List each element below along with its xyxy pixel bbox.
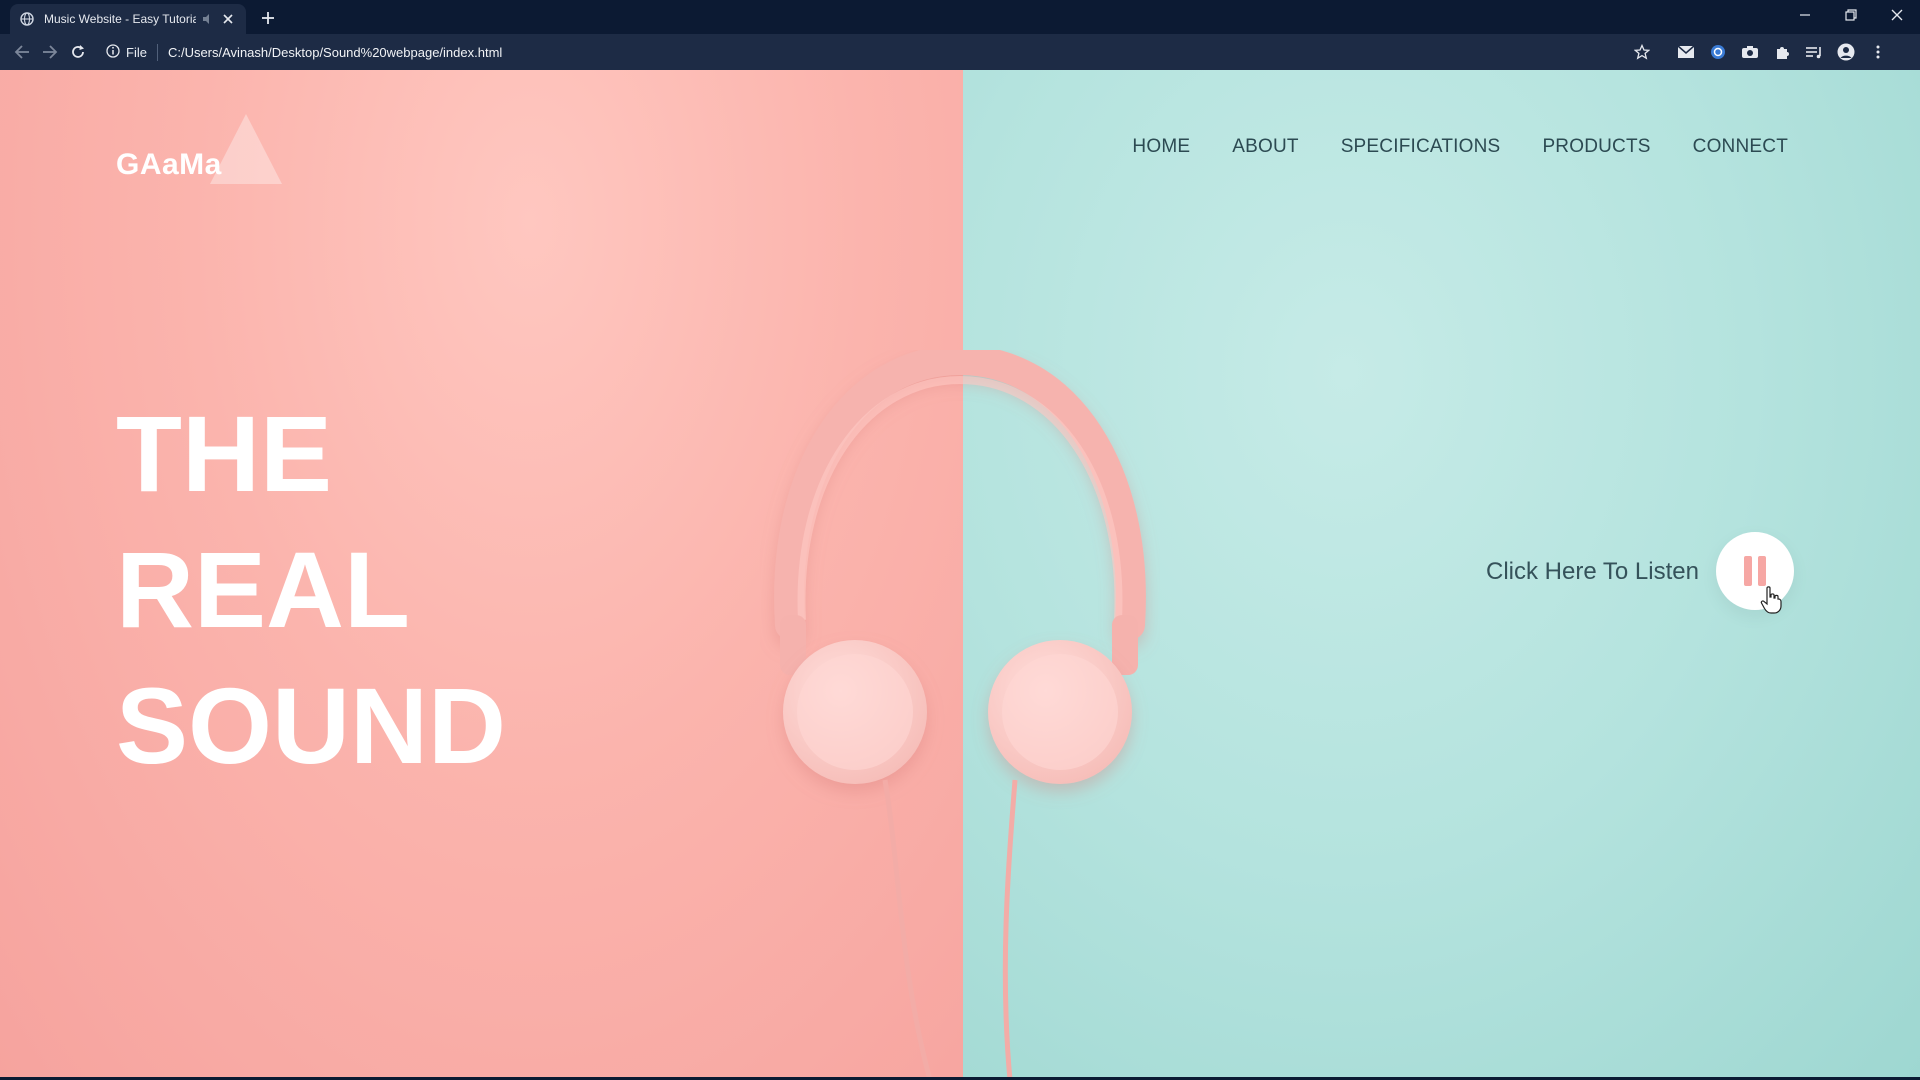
webpage: GAaMa HOME ABOUT SPECIFICATIONS PRODUCTS…: [0, 70, 1920, 1080]
forward-button[interactable]: [36, 38, 64, 66]
camera-extension-icon[interactable]: [1738, 40, 1762, 64]
minimize-button[interactable]: [1782, 0, 1828, 30]
address-bar[interactable]: File C:/Users/Avinash/Desktop/Sound%20we…: [100, 38, 1660, 66]
pause-icon: [1758, 556, 1766, 586]
gmail-extension-icon[interactable]: [1674, 40, 1698, 64]
url-text: C:/Users/Avinash/Desktop/Sound%20webpage…: [167, 44, 503, 60]
browser-menu-icon[interactable]: [1866, 40, 1890, 64]
browser-toolbar: File C:/Users/Avinash/Desktop/Sound%20we…: [0, 34, 1920, 70]
browser-tab-bar: Music Website - Easy Tutoria: [0, 0, 1920, 34]
nav-home[interactable]: HOME: [1132, 136, 1190, 158]
hero-line-2: REAL: [116, 529, 410, 650]
hero-heading: THE REAL SOUND: [116, 386, 506, 794]
info-icon: [106, 43, 120, 61]
profile-avatar-icon[interactable]: [1834, 40, 1858, 64]
site-info[interactable]: File: [106, 43, 158, 61]
puzzle-extensions-icon[interactable]: [1770, 40, 1794, 64]
window-controls: [1782, 0, 1920, 30]
hero-line-3: SOUND: [116, 665, 507, 786]
site-logo[interactable]: GAaMa: [112, 106, 282, 196]
globe-icon: [20, 12, 34, 26]
reload-button[interactable]: [64, 38, 92, 66]
nav-about[interactable]: ABOUT: [1232, 136, 1298, 158]
new-tab-button[interactable]: [254, 4, 282, 32]
logo-text: GAaMa: [116, 148, 222, 181]
play-pause-button[interactable]: [1716, 532, 1794, 610]
close-window-button[interactable]: [1874, 0, 1920, 30]
bookmark-star-icon[interactable]: [1630, 40, 1654, 64]
media-queue-icon[interactable]: [1802, 40, 1826, 64]
headphones-illustration: [774, 350, 1146, 1080]
back-button[interactable]: [8, 38, 36, 66]
extensions-area: [1674, 40, 1890, 64]
tab-audio-icon: [202, 13, 214, 25]
pause-icon: [1744, 556, 1752, 586]
nav-connect[interactable]: CONNECT: [1693, 136, 1788, 158]
nav-specifications[interactable]: SPECIFICATIONS: [1341, 136, 1501, 158]
main-navigation: HOME ABOUT SPECIFICATIONS PRODUCTS CONNE…: [1132, 136, 1788, 158]
tab-close-icon[interactable]: [220, 11, 236, 27]
browser-tab[interactable]: Music Website - Easy Tutoria: [10, 4, 246, 34]
hero-line-1: THE: [116, 393, 332, 514]
restore-button[interactable]: [1828, 0, 1874, 30]
nav-products[interactable]: PRODUCTS: [1542, 136, 1650, 158]
scheme-label: File: [126, 44, 147, 60]
hand-cursor-icon: [1760, 586, 1782, 614]
listen-label: Click Here To Listen: [1486, 558, 1699, 585]
circle-extension-icon[interactable]: [1706, 40, 1730, 64]
tab-title: Music Website - Easy Tutoria: [44, 12, 196, 26]
